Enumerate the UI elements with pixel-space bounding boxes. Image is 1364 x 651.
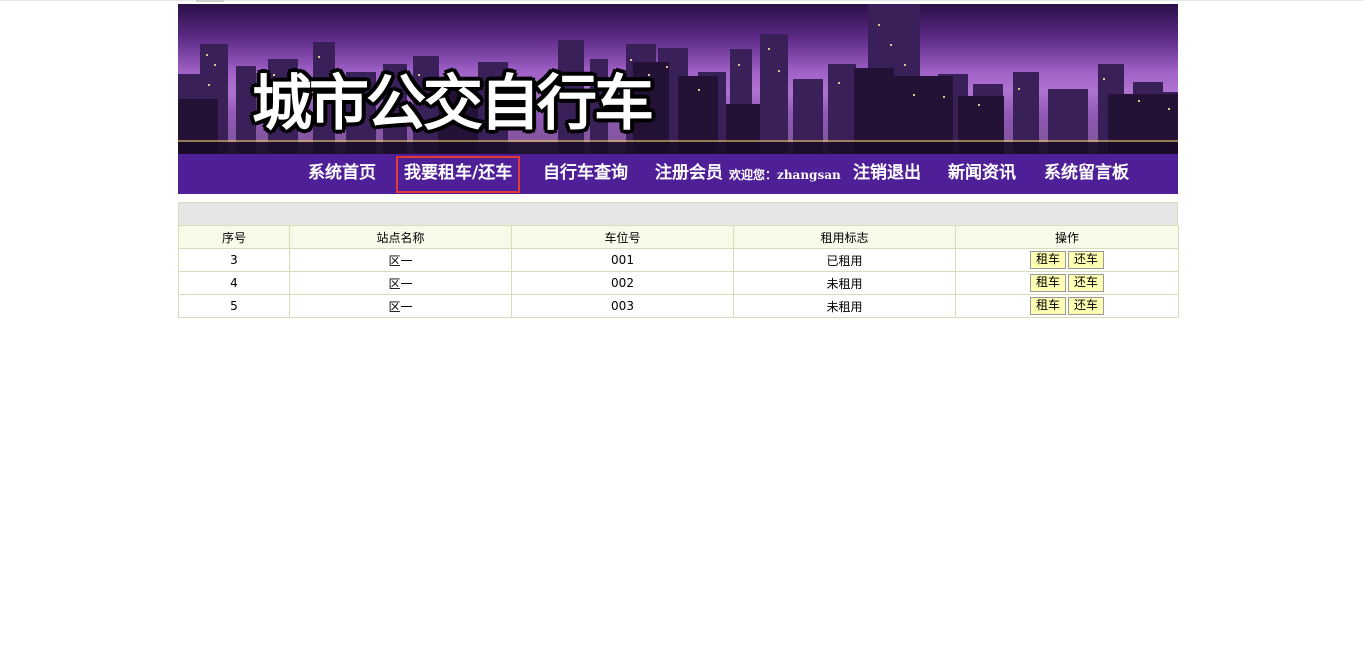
nav-news[interactable]: 新闻资讯 (948, 154, 1016, 194)
site-title: 城市公交自行车 (252, 69, 654, 139)
cell-slot: 001 (511, 248, 734, 272)
bike-slot-table-container: 序号 站点名称 车位号 租用标志 操作 3 区一 001 已租用 租车 还车 4 … (178, 202, 1179, 318)
nav-home[interactable]: 系统首页 (308, 154, 376, 194)
rent-button[interactable]: 租车 (1029, 251, 1066, 269)
rent-button[interactable]: 租车 (1029, 274, 1066, 292)
return-button[interactable]: 还车 (1068, 274, 1105, 292)
table-row: 4 区一 002 未租用 租车 还车 (178, 271, 1179, 295)
table-row: 3 区一 001 已租用 租车 还车 (178, 248, 1179, 272)
header-slot: 车位号 (511, 225, 734, 249)
header-station: 站点名称 (289, 225, 512, 249)
cell-actions: 租车 还车 (955, 248, 1179, 272)
return-button[interactable]: 还车 (1068, 251, 1105, 269)
nav-rent-return[interactable]: 我要租车/还车 (396, 156, 521, 193)
cell-actions: 租车 还车 (955, 294, 1179, 318)
welcome-message: 欢迎您：zhangsan (729, 154, 841, 194)
cell-slot: 003 (511, 294, 734, 318)
cell-actions: 租车 还车 (955, 271, 1179, 295)
main-nav: 系统首页 我要租车/还车 自行车查询 注册会员 欢迎您：zhangsan 注销退… (178, 154, 1178, 194)
header-banner: 城市公交自行车 (178, 4, 1178, 154)
rent-button[interactable]: 租车 (1029, 297, 1066, 315)
nav-bike-search[interactable]: 自行车查询 (543, 154, 628, 194)
cell-station: 区一 (289, 294, 512, 318)
top-tab-marker (196, 0, 224, 2)
cell-id: 3 (178, 248, 290, 272)
table-row: 5 区一 003 未租用 租车 还车 (178, 294, 1179, 318)
cell-status: 未租用 (733, 271, 956, 295)
table-caption-bar (178, 202, 1178, 225)
cell-status: 未租用 (733, 294, 956, 318)
welcome-username: zhangsan (777, 168, 841, 182)
table-header-row: 序号 站点名称 车位号 租用标志 操作 (178, 225, 1179, 249)
nav-message-board[interactable]: 系统留言板 (1044, 154, 1129, 194)
nav-register[interactable]: 注册会员 (655, 154, 723, 194)
cell-station: 区一 (289, 271, 512, 295)
header-id: 序号 (178, 225, 290, 249)
cell-id: 4 (178, 271, 290, 295)
nav-logout[interactable]: 注销退出 (853, 154, 921, 194)
header-actions: 操作 (955, 225, 1179, 249)
cell-id: 5 (178, 294, 290, 318)
header-status: 租用标志 (733, 225, 956, 249)
return-button[interactable]: 还车 (1068, 297, 1105, 315)
cell-slot: 002 (511, 271, 734, 295)
welcome-prefix: 欢迎您： (729, 168, 778, 182)
bike-slot-table: 序号 站点名称 车位号 租用标志 操作 3 区一 001 已租用 租车 还车 4 … (178, 225, 1179, 318)
cell-status: 已租用 (733, 248, 956, 272)
cell-station: 区一 (289, 248, 512, 272)
